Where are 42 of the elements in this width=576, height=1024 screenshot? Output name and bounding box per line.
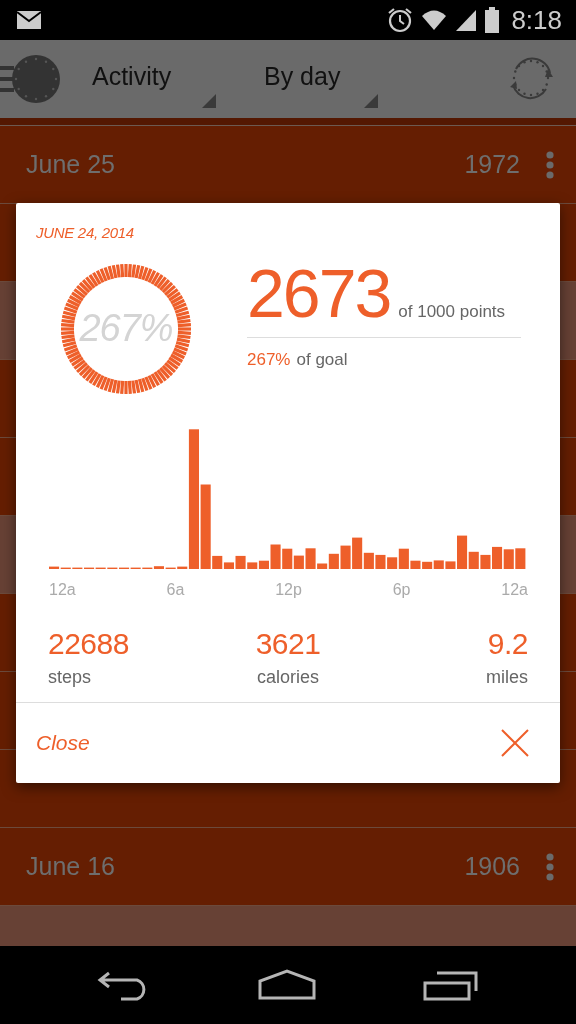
stat-label: steps	[48, 667, 93, 688]
stat-value: 22688	[48, 627, 130, 661]
home-icon[interactable]	[258, 969, 316, 1001]
overflow-menu-icon[interactable]	[546, 150, 554, 179]
axis-label: 12p	[275, 581, 302, 599]
day-label: June 25	[26, 150, 116, 179]
chart-bar	[433, 560, 444, 569]
chart-bar	[503, 549, 514, 569]
points-caption: of 1000 points	[398, 302, 506, 322]
chart-bar	[375, 554, 386, 569]
points-total: 2673	[247, 254, 391, 333]
axis-label: 6p	[392, 581, 411, 599]
axis-label: 6a	[166, 581, 185, 599]
goal-percent: 267%	[247, 350, 291, 370]
stat-value: 3621	[254, 627, 322, 661]
dropdown-corner-icon	[202, 94, 216, 108]
dropdown[interactable]: By day	[264, 50, 404, 108]
mail-icon	[16, 10, 42, 30]
overflow-menu-icon[interactable]	[546, 852, 554, 881]
axis-label: 12a	[49, 581, 76, 599]
battery-icon	[485, 7, 500, 33]
day-row[interactable]: June 16 1906	[0, 828, 576, 906]
stat-value: 9.2	[486, 627, 528, 661]
goal-caption: of goal	[296, 350, 348, 370]
dropdown-corner-icon	[364, 94, 378, 108]
stat-label: calories	[256, 667, 320, 688]
alarm-icon	[387, 7, 414, 33]
day-points: 1972	[464, 150, 520, 179]
day-points: 1906	[464, 852, 520, 881]
recent-apps-icon[interactable]	[422, 969, 479, 1001]
close-icon[interactable]	[501, 729, 529, 757]
chart-bar	[515, 548, 526, 569]
day-row[interactable]: June 25 1972	[0, 126, 576, 204]
clock-time: 8:18	[511, 4, 562, 36]
stat-label: miles	[485, 667, 528, 688]
axis-label: 12a	[501, 581, 528, 599]
close-button[interactable]: Close	[36, 731, 90, 755]
wifi-icon	[421, 8, 448, 32]
signal-icon	[455, 8, 478, 32]
dropdown[interactable]: Activity	[92, 50, 242, 108]
date-title: JUNE 24, 2014	[35, 223, 135, 241]
day-label: June 16	[26, 852, 116, 881]
